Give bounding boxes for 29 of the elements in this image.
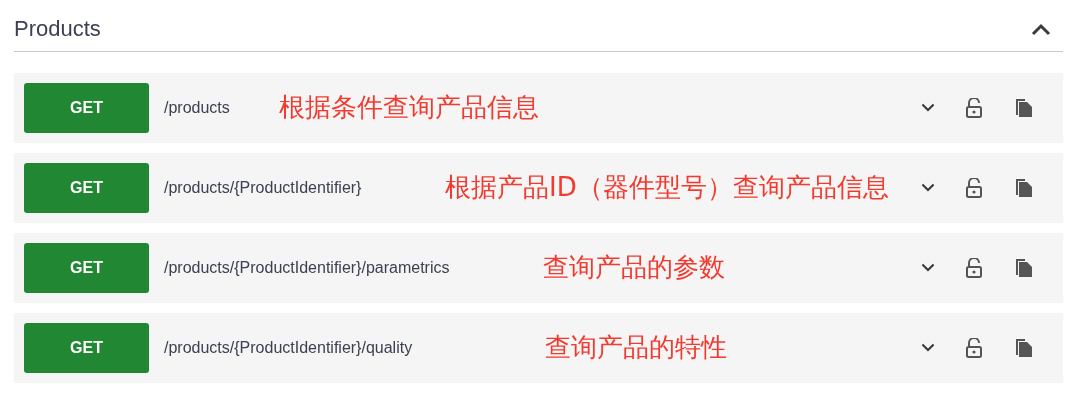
endpoint-path: /products/{ProductIdentifier}/quality [164,338,413,358]
annotation-text: 根据条件查询产品信息 [279,91,539,124]
annotation-text: 根据产品ID（器件型号）查询产品信息 [445,171,889,204]
annotation-text: 查询产品的特性 [545,331,727,364]
section-title: Products [14,15,101,43]
operation-row[interactable]: GET /products/{ProductIdentifier} 根据产品ID（器件型号）查询产品信息 [14,153,1063,223]
endpoint-path: /products/{ProductIdentifier} [164,178,362,198]
method-badge[interactable]: GET [24,83,149,133]
lock-icon[interactable] [965,258,983,278]
method-badge[interactable]: GET [24,163,149,213]
expand-icon[interactable] [920,342,936,354]
expand-icon[interactable] [920,102,936,114]
lock-icon[interactable] [965,178,983,198]
copy-icon[interactable] [1015,338,1033,358]
endpoint-path: /products/{ProductIdentifier}/parametrics [164,258,450,278]
expand-icon[interactable] [920,262,936,274]
endpoint-path: /products [164,98,230,118]
operation-row[interactable]: GET /products/{ProductIdentifier}/quality 查询产品的特性 [14,313,1063,383]
operation-row[interactable]: GET /products 根据条件查询产品信息 [14,73,1063,143]
expand-icon[interactable] [920,182,936,194]
copy-icon[interactable] [1015,258,1033,278]
method-badge[interactable]: GET [24,243,149,293]
method-badge[interactable]: GET [24,323,149,373]
copy-icon[interactable] [1015,98,1033,118]
operation-row[interactable]: GET /products/{ProductIdentifier}/parametrics 查询产品的参数 [14,233,1063,303]
lock-icon[interactable] [965,98,983,118]
annotation-text: 查询产品的参数 [543,251,725,284]
copy-icon[interactable] [1015,178,1033,198]
lock-icon[interactable] [965,338,983,358]
